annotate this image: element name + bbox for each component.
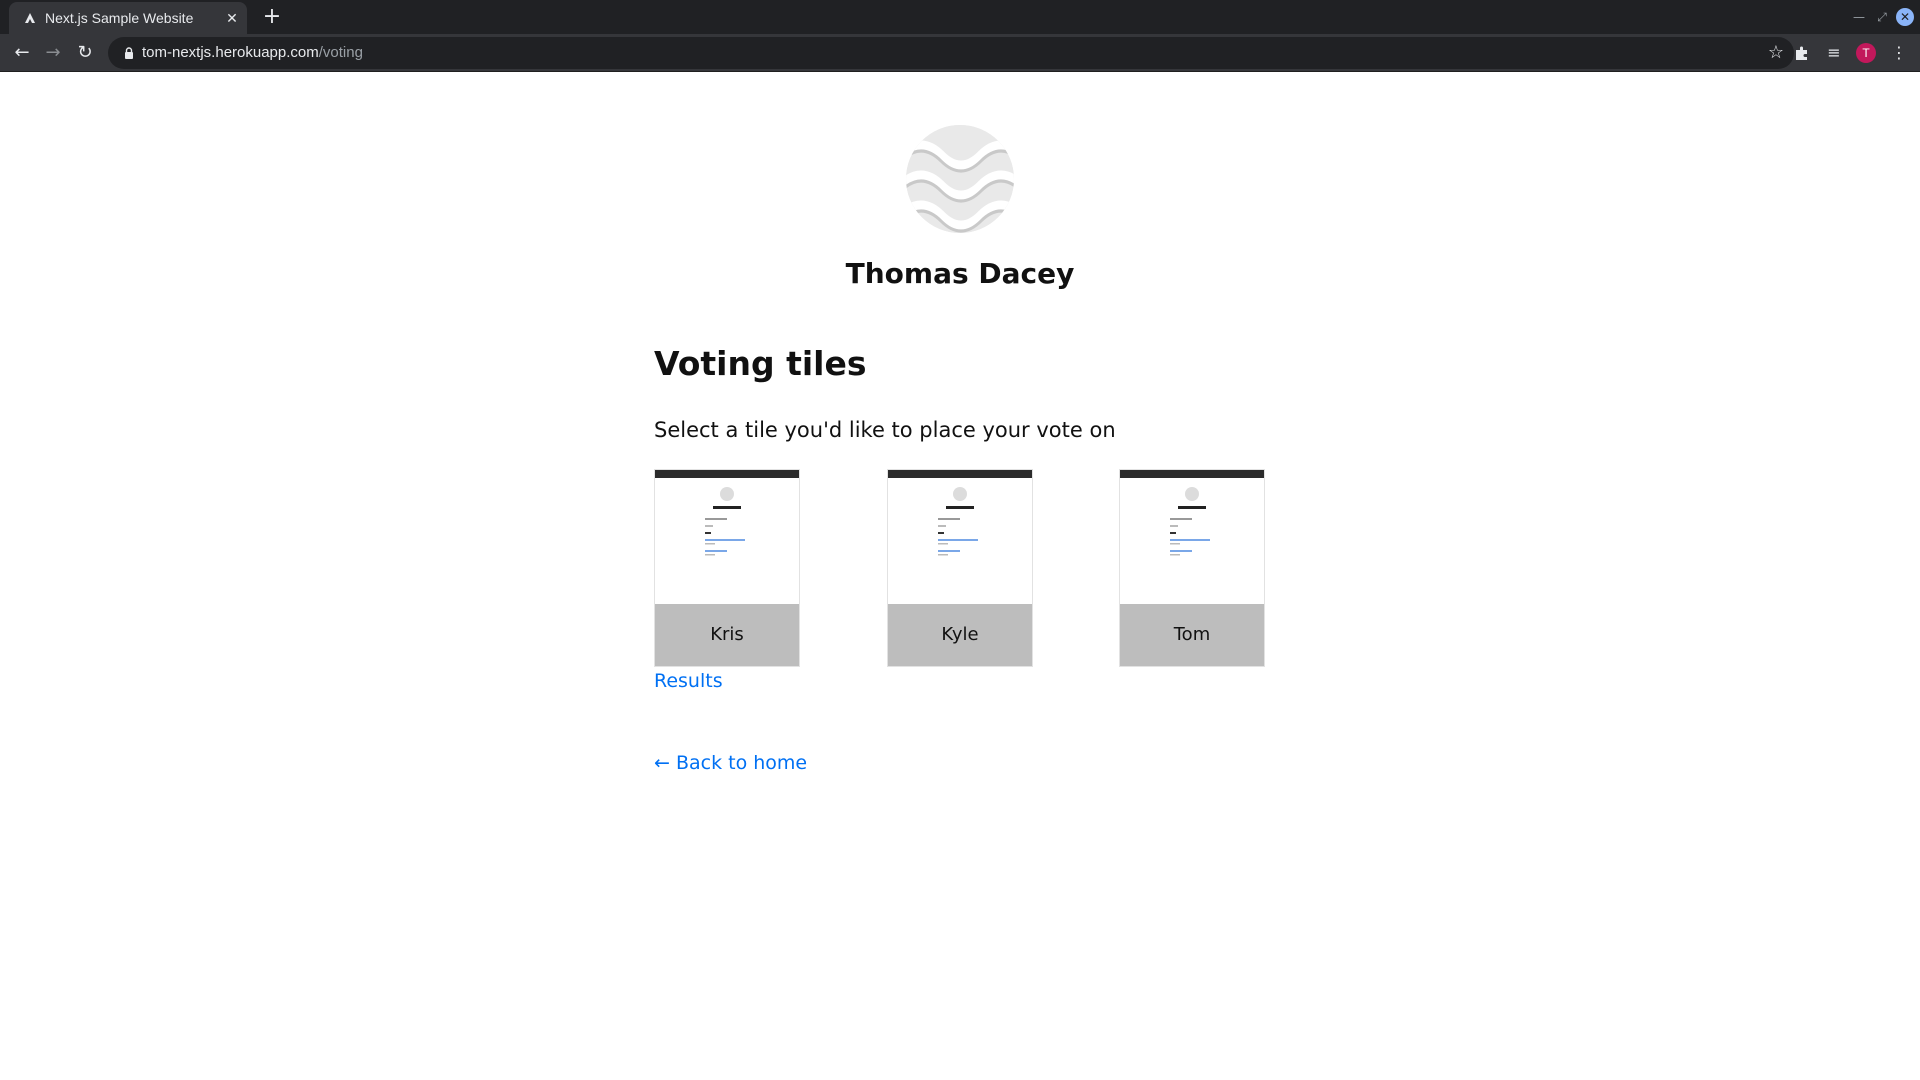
page-content: Thomas Dacey Voting tiles Select a tile …: [0, 72, 1920, 1080]
menu-kebab-icon[interactable]: ⋮: [1887, 41, 1911, 65]
nextjs-favicon-icon: [25, 13, 35, 23]
url-host: tom-nextjs.herokuapp.com: [142, 44, 319, 61]
restore-window-icon[interactable]: ⤢: [1873, 8, 1891, 26]
url-text: tom-nextjs.herokuapp.com/voting: [142, 44, 363, 61]
browser-tab-strip: Next.js Sample Website ✕ + — ⤢ ✕: [0, 0, 1920, 34]
page-subtitle: Select a tile you'd like to place your v…: [654, 418, 1116, 442]
tile-label: Kris: [655, 604, 799, 666]
tile-label: Tom: [1120, 604, 1264, 666]
extensions-puzzle-icon[interactable]: [1790, 41, 1814, 65]
vote-tile-kris[interactable]: Kris: [654, 469, 800, 667]
forward-arrow-icon[interactable]: →: [41, 41, 65, 65]
back-arrow-icon[interactable]: ←: [10, 41, 34, 65]
minimize-window-icon[interactable]: —: [1850, 8, 1868, 26]
url-path: /voting: [318, 44, 363, 61]
bookmark-star-icon[interactable]: ☆: [1768, 41, 1784, 65]
address-bar[interactable]: tom-nextjs.herokuapp.com/voting ☆: [108, 37, 1794, 69]
tab-close-icon[interactable]: ✕: [223, 9, 241, 27]
tile-label: Kyle: [888, 604, 1032, 666]
tile-thumbnail: [655, 470, 799, 604]
media-queue-icon[interactable]: ≡: [1822, 41, 1846, 65]
page-title: Voting tiles: [654, 344, 867, 383]
tile-thumbnail: [1120, 470, 1264, 604]
new-tab-button[interactable]: +: [259, 4, 285, 30]
browser-toolbar: ← → ↻ tom-nextjs.herokuapp.com/voting ☆ …: [0, 34, 1920, 72]
vote-tile-tom[interactable]: Tom: [1119, 469, 1265, 667]
back-to-home-link[interactable]: ← Back to home: [654, 752, 807, 774]
profile-avatar[interactable]: T: [1856, 43, 1876, 63]
close-window-icon[interactable]: ✕: [1896, 8, 1914, 26]
reload-icon[interactable]: ↻: [73, 41, 97, 65]
lock-icon: [125, 47, 133, 59]
browser-tab[interactable]: Next.js Sample Website ✕: [9, 2, 247, 34]
profile-image: [906, 125, 1014, 233]
profile-name: Thomas Dacey: [845, 257, 1075, 290]
tab-title: Next.js Sample Website: [45, 10, 194, 26]
vote-tile-kyle[interactable]: Kyle: [887, 469, 1033, 667]
results-link[interactable]: Results: [654, 670, 723, 692]
tile-thumbnail: [888, 470, 1032, 604]
